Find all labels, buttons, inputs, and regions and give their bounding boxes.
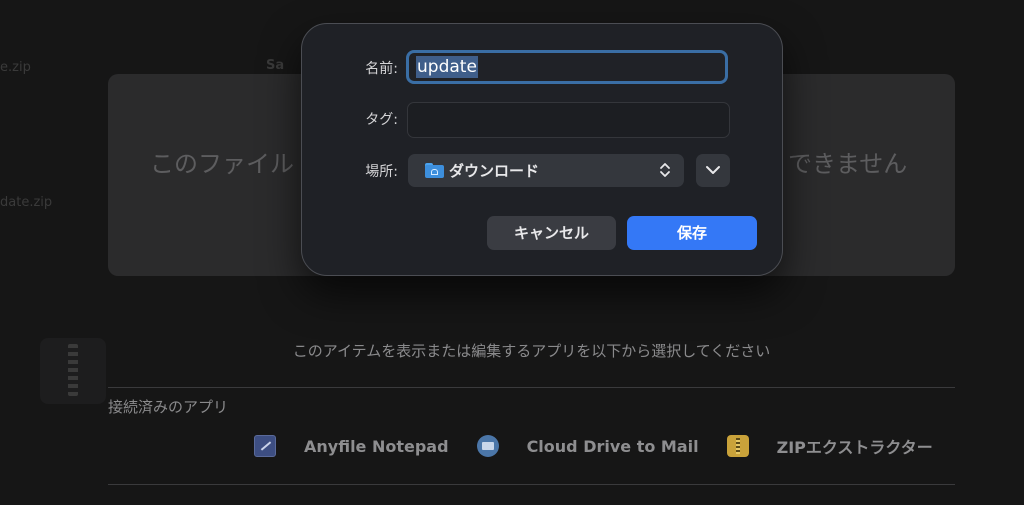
name-field[interactable]: update <box>406 50 728 84</box>
app-zip-extractor[interactable]: ZIPエクストラクター <box>726 434 933 458</box>
screen: e.zip Sa date.zip このファイル できません このアイテムを表示… <box>0 0 1024 505</box>
folder-icon <box>425 163 444 178</box>
background-tab-fragment: Sa <box>266 58 285 73</box>
background-sidebar-file-fragment: date.zip <box>0 195 53 210</box>
tag-row: タグ: <box>302 101 784 138</box>
location-label: 場所: <box>365 164 398 180</box>
zip-extractor-icon <box>726 435 749 457</box>
background-file-name-fragment: e.zip <box>0 60 31 75</box>
mail-icon <box>476 435 499 457</box>
name-value: update <box>416 56 478 78</box>
chevron-down-icon <box>706 166 720 174</box>
save-dialog: 名前: update タグ: 場所: ダウンロード キャンセル 保存 <box>301 23 783 276</box>
connected-apps-list: Anyfile Notepad Cloud Drive to Mail ZIPエ… <box>254 434 933 458</box>
app-name: ZIPエクストラクター <box>776 438 933 457</box>
save-button[interactable]: 保存 <box>627 216 757 250</box>
connected-apps-title: 接続済みのアプリ <box>108 398 229 416</box>
name-row: 名前: update <box>302 50 784 86</box>
name-label: 名前: <box>365 61 398 77</box>
app-cloud-drive-to-mail[interactable]: Cloud Drive to Mail <box>476 435 699 457</box>
tag-label: タグ: <box>365 112 398 128</box>
location-row: 場所: ダウンロード <box>302 153 784 189</box>
app-name: Anyfile Notepad <box>304 436 449 456</box>
divider <box>108 387 955 388</box>
divider <box>108 484 955 485</box>
cancel-button[interactable]: キャンセル <box>487 216 616 250</box>
expand-dialog-button[interactable] <box>696 154 730 187</box>
chevron-up-down-icon <box>660 163 670 177</box>
preview-message-right: できません <box>788 150 908 178</box>
choose-app-prompt: このアイテムを表示または編集するアプリを以下から選択してください <box>292 342 771 360</box>
preview-message-left: このファイル <box>150 150 294 178</box>
tag-field[interactable] <box>407 102 730 138</box>
notepad-icon <box>254 435 276 457</box>
location-value: ダウンロード <box>449 162 540 180</box>
location-select[interactable]: ダウンロード <box>408 154 684 187</box>
app-anyfile-notepad[interactable]: Anyfile Notepad <box>254 435 449 457</box>
app-name: Cloud Drive to Mail <box>526 436 699 456</box>
